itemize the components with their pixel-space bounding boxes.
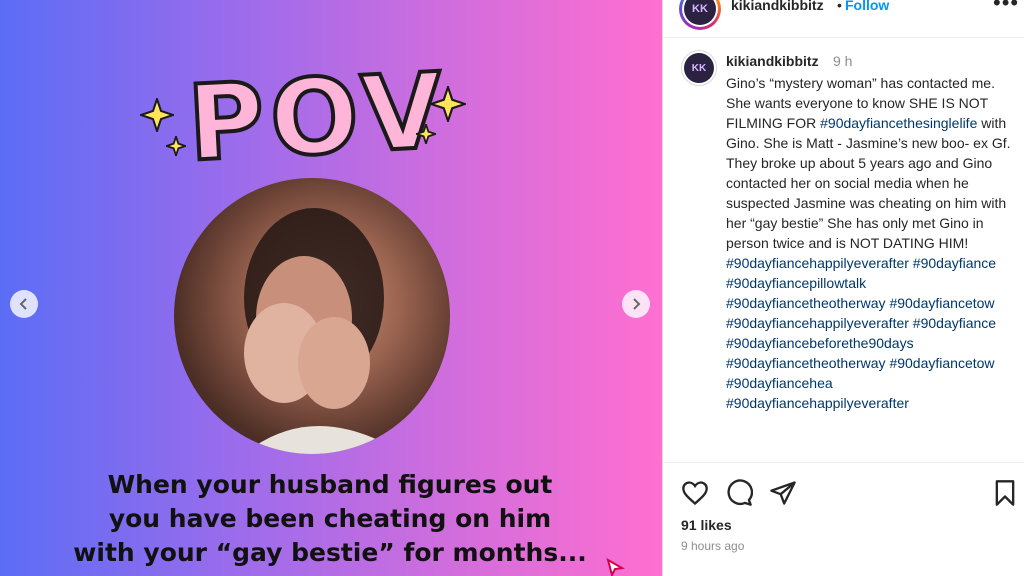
hashtag-link[interactable]: #90dayfiancebeforethe90days: [726, 335, 914, 351]
hashtag-link[interactable]: #90dayfiance: [913, 315, 996, 331]
hashtag-link[interactable]: #90dayfiancetheotherway: [726, 295, 886, 311]
follow-button[interactable]: Follow: [845, 0, 889, 13]
likes-count[interactable]: 91 likes: [681, 517, 732, 533]
separator-dot: •: [837, 0, 842, 13]
pov-title: POV: [183, 47, 453, 186]
post-header: KK kikiandkibbitz • Follow •••: [663, 0, 1024, 38]
bookmark-icon[interactable]: [991, 479, 1019, 507]
comment-username[interactable]: kikiandkibbitz: [726, 53, 819, 69]
sparkle-icon: [140, 98, 174, 132]
pov-graphic: POV: [140, 47, 470, 187]
chevron-right-icon: [633, 298, 641, 310]
share-icon[interactable]: [769, 479, 797, 507]
hashtag-link[interactable]: #90dayfiancehappilyeverafter: [726, 255, 909, 271]
hashtag-link[interactable]: #90dayfiancepillowtalk: [726, 275, 866, 291]
post-timestamp: 9 hours ago: [681, 539, 745, 553]
hashtag-link[interactable]: #90dayfiancetheotherway: [726, 355, 886, 371]
hashtag-link[interactable]: #90dayfiancehea: [726, 375, 833, 391]
heart-icon[interactable]: [681, 479, 709, 507]
next-slide-button[interactable]: [622, 290, 650, 318]
caption-line: with your “gay bestie” for months...: [73, 538, 587, 567]
comment-icon[interactable]: [725, 479, 753, 507]
caption-line: When your husband figures out: [107, 470, 553, 499]
mouse-cursor-icon: [606, 558, 626, 576]
chevron-left-icon: [19, 298, 27, 310]
action-bar: 91 likes 9 hours ago: [663, 462, 1024, 576]
caption-text: with Gino. She is Matt - Jasmine’s new b…: [726, 115, 1011, 251]
comments-section[interactable]: KK kikiandkibbitz 9 h Gino’s “mystery wo…: [663, 40, 1024, 460]
post-caption-overlay: When your husband figures out you have b…: [60, 468, 600, 570]
author-username[interactable]: kikiandkibbitz: [731, 0, 824, 13]
author-avatar[interactable]: KK: [679, 0, 721, 30]
comment-author-avatar[interactable]: KK: [681, 50, 717, 86]
previous-slide-button[interactable]: [10, 290, 38, 318]
crying-woman-photo: [174, 178, 450, 454]
sparkle-icon: [430, 86, 466, 122]
hashtag-link[interactable]: #90dayfiance: [913, 255, 996, 271]
hashtag-link[interactable]: #90dayfiancethesinglelife: [820, 115, 977, 131]
hashtag-link[interactable]: #90dayfiancetow: [889, 295, 994, 311]
caption-line: you have been cheating on him: [108, 504, 552, 533]
comment-time: 9 h: [833, 53, 853, 69]
post-image[interactable]: POV When your husband figures out you ha…: [0, 0, 662, 576]
hashtag-link[interactable]: #90dayfiancehappilyeverafter: [726, 315, 909, 331]
post-sidebar: KK kikiandkibbitz • Follow ••• KK kikian…: [662, 0, 1024, 576]
hashtag-link[interactable]: #90dayfiancehappilyeverafter: [726, 395, 909, 411]
sparkle-icon: [166, 136, 186, 156]
sparkle-icon: [416, 124, 436, 144]
hashtag-link[interactable]: #90dayfiancetow: [889, 355, 994, 371]
caption-body: Gino’s “mystery woman” has contacted me.…: [726, 73, 1011, 413]
more-options-button[interactable]: •••: [993, 0, 1019, 16]
